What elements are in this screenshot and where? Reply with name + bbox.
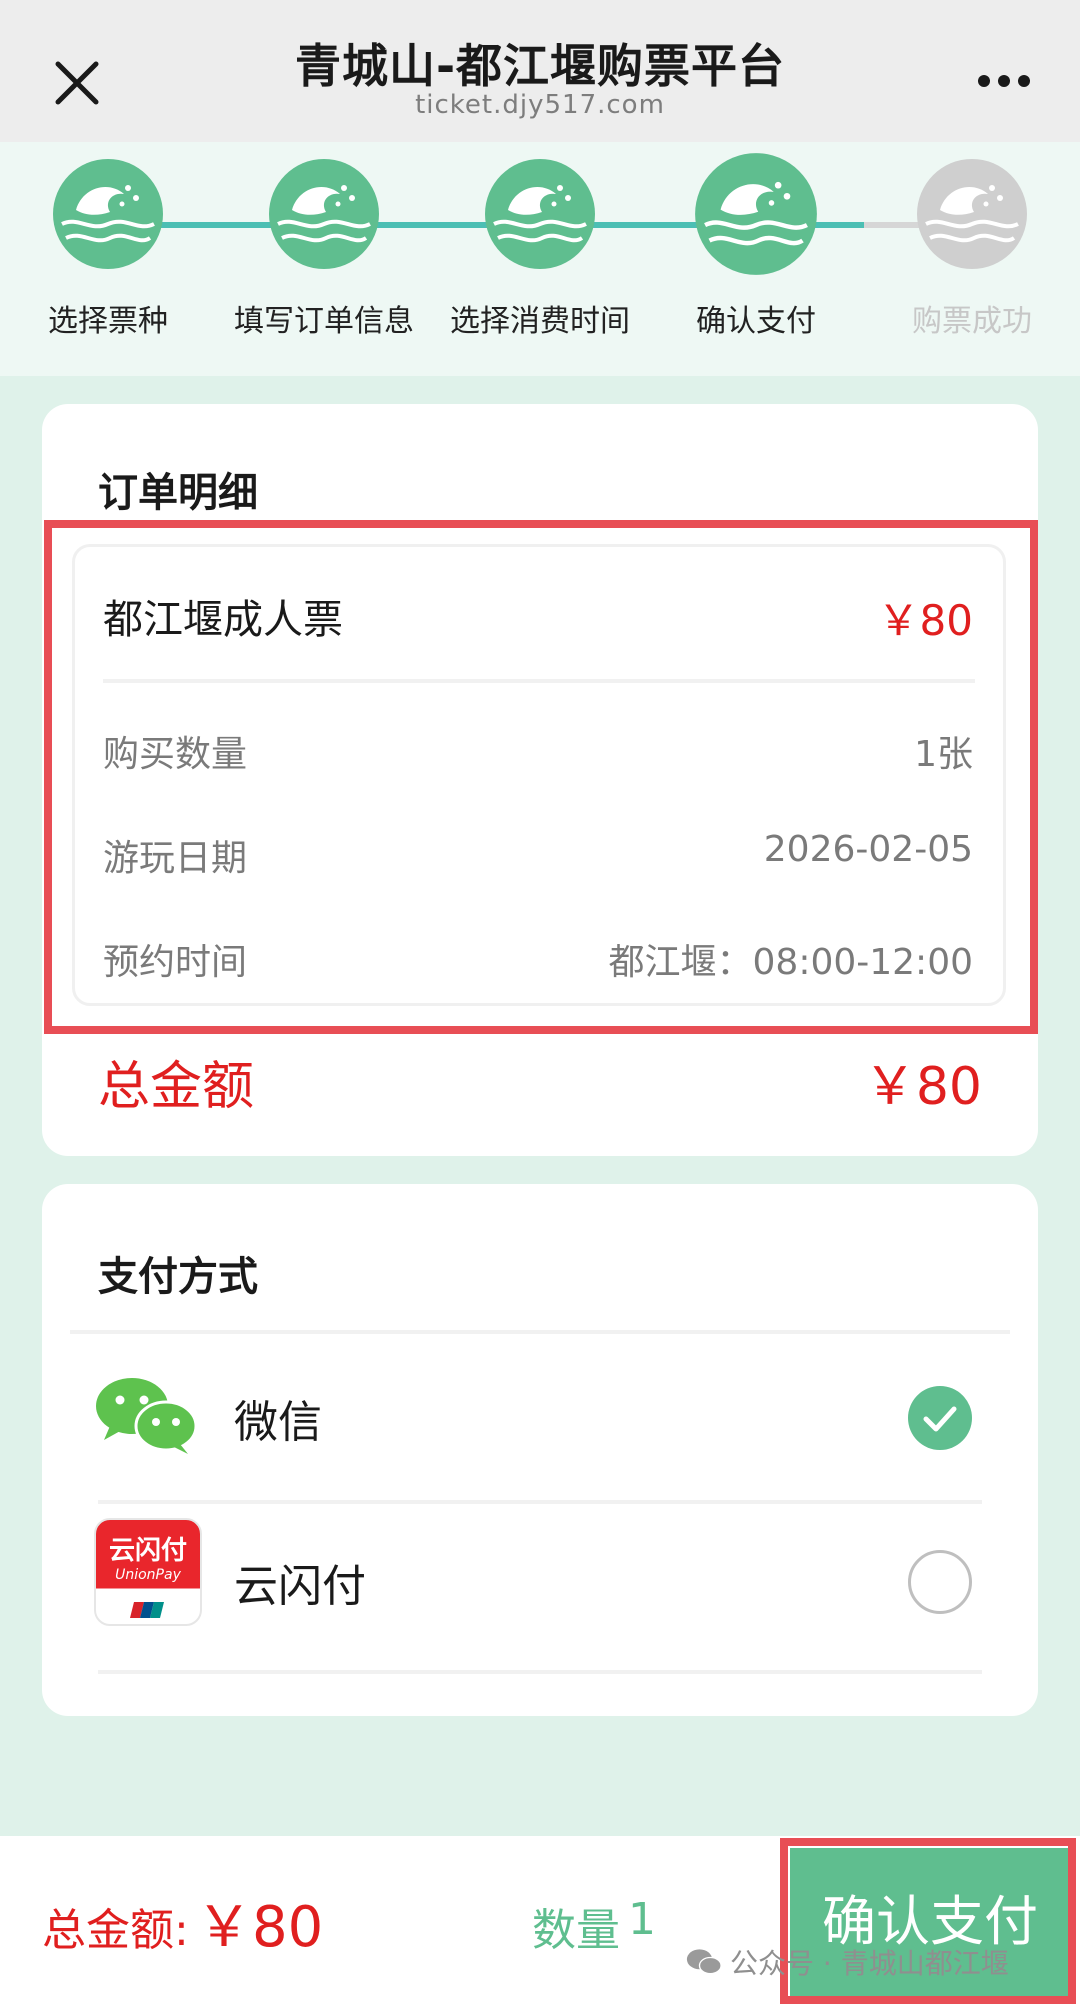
unionpay-logo-subtext: UnionPay [115,1567,181,1583]
reservation-time-label: 预约时间 [103,942,248,983]
watermark-text: 公众号 · 青城山都江堰 [730,1947,1009,1980]
order-detail-card: 订单明细 都江堰成人票 ￥80 购买数量 1张 游玩日期 2026-02-05 … [42,404,1038,1156]
wave-emblem-icon [269,159,379,269]
step-success: 购票成功 [872,158,1072,340]
unionpay-logo-text: 云闪付 [108,1536,187,1566]
watermark: 公众号 · 青城山都江堰 [686,1942,1009,1982]
visit-date-value: 2026-02-05 [763,829,973,870]
order-item-box: 都江堰成人票 ￥80 购买数量 1张 游玩日期 2026-02-05 预约时间 … [72,544,1006,1006]
step-select-time: 选择消费时间 [440,158,640,340]
ticket-name: 都江堰成人票 [103,597,343,643]
unionpay-stripes-icon [130,1602,164,1618]
wechat-icon [96,1378,198,1454]
quantity-label: 购买数量 [103,734,248,775]
wave-emblem-icon [485,159,595,269]
payment-option-label: 云闪付 [234,1561,366,1612]
payment-option-label: 微信 [234,1397,322,1448]
progress-stepper: 选择票种 填写订单信息 选择消费时间 确认支付 购票成功 [0,142,1080,376]
divider [98,1670,982,1674]
wechat-icon [686,1949,722,1975]
step-select-ticket: 选择票种 [8,158,208,340]
unionpay-icon: 云闪付 UnionPay [94,1518,202,1626]
step-fill-order: 填写订单信息 [224,158,424,340]
page-title: 青城山-都江堰购票平台 [294,39,786,93]
bottom-total-label: 总金额: [42,1905,189,1956]
payment-option-wechat[interactable]: 微信 [42,1334,1038,1502]
ticket-price: ￥80 [877,596,973,645]
radio-unchecked-icon[interactable] [908,1550,972,1614]
step-confirm-pay: 确认支付 [656,153,856,340]
payment-method-title: 支付方式 [98,1254,258,1300]
order-detail-title: 订单明细 [98,470,258,516]
total-amount-label: 总金额 [98,1057,255,1117]
wave-emblem-icon [53,159,163,269]
top-bar: 青城山-都江堰购票平台 ticket.djy517.com [0,0,1080,142]
step-label: 填写订单信息 [234,304,414,339]
total-amount-value: ￥80 [863,1057,982,1117]
more-dots-icon[interactable] [976,66,1032,96]
checkmark-icon [923,1406,957,1432]
visit-date-label: 游玩日期 [103,838,248,879]
wave-emblem-icon [917,159,1027,269]
quantity-label: 数量 [532,1905,620,1956]
step-label: 选择票种 [48,304,168,339]
payment-option-unionpay[interactable]: 云闪付 UnionPay 云闪付 [42,1504,1038,1670]
bottom-total-value: ￥80 [196,1895,324,1960]
page-url: ticket.djy517.com [415,90,665,120]
radio-checked-icon[interactable] [908,1386,972,1450]
step-label: 购票成功 [912,304,1032,339]
reservation-time-value: 都江堰：08:00-12:00 [608,942,973,983]
step-label: 选择消费时间 [450,304,630,339]
step-label: 确认支付 [696,304,816,339]
payment-method-card: 支付方式 微信 云闪付 UnionPay 云闪付 [42,1184,1038,1716]
quantity-value: 1 [628,1894,656,1945]
divider [103,679,975,683]
wave-emblem-icon [695,153,817,275]
quantity-value: 1张 [914,734,973,775]
